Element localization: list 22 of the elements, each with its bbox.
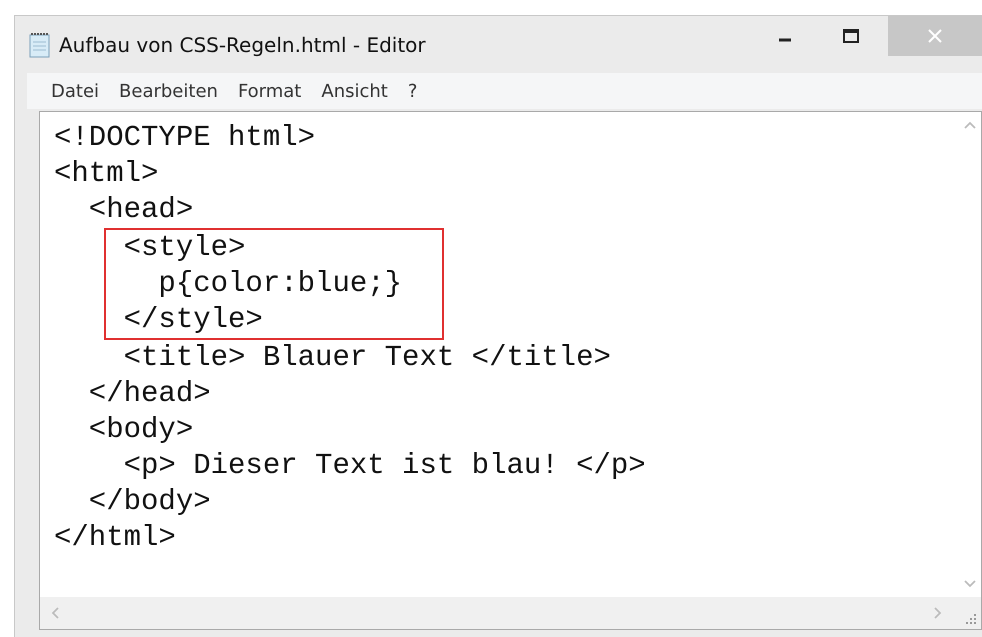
code-line: </head> bbox=[88, 376, 212, 412]
code-line: </style> bbox=[122, 302, 264, 338]
notepad-icon bbox=[29, 32, 51, 58]
code-line: <style> bbox=[122, 230, 246, 266]
menu-item[interactable]: Format bbox=[238, 80, 302, 102]
menu-item[interactable]: Bearbeiten bbox=[119, 80, 218, 102]
maximize-icon[interactable] bbox=[843, 29, 859, 43]
code-line: <html> bbox=[54, 156, 160, 192]
code-line: <body> bbox=[88, 412, 194, 448]
window-title: Aufbau von CSS-Regeln.html - Editor bbox=[59, 32, 427, 56]
code-line: </html> bbox=[54, 520, 177, 556]
code-line: <p> Dieser Text ist blau! </p> bbox=[122, 448, 647, 484]
code-line: <title> Blauer Text </title> bbox=[122, 340, 612, 376]
resize-grip-icon[interactable] bbox=[965, 613, 977, 625]
code-line: <!DOCTYPE html> bbox=[54, 120, 316, 156]
code-line: p{color:blue;} bbox=[157, 266, 404, 302]
menu-item[interactable]: Datei bbox=[51, 80, 100, 102]
menu-item[interactable]: Ansicht bbox=[321, 80, 388, 102]
close-icon[interactable] bbox=[928, 29, 942, 43]
code-line: </body> bbox=[88, 484, 212, 520]
code-line: <head> bbox=[88, 192, 194, 228]
menu-item[interactable]: ? bbox=[408, 80, 418, 102]
